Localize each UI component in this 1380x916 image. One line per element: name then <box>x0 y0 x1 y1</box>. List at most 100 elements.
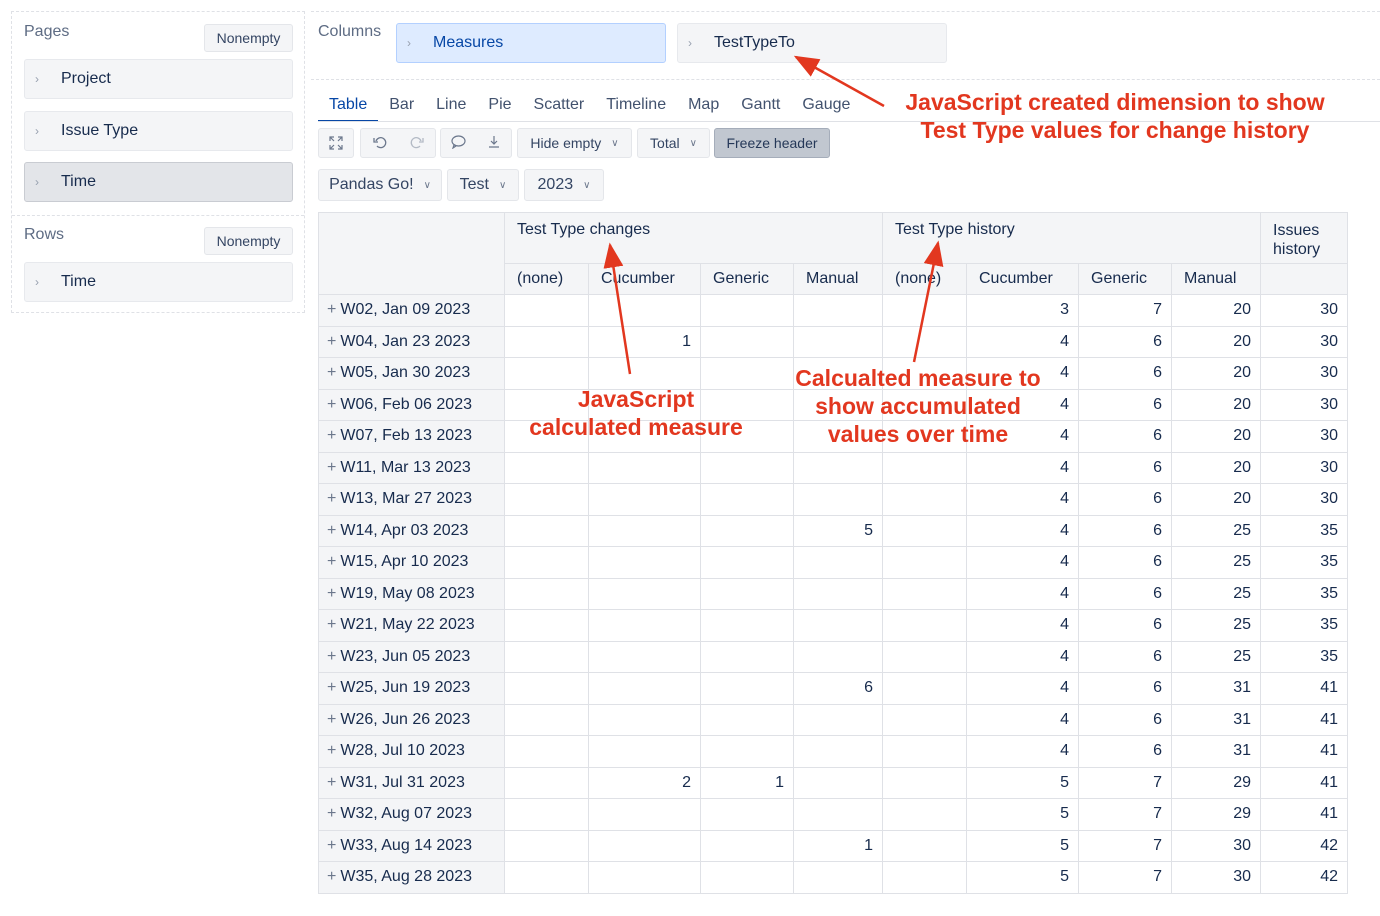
row-header[interactable]: + W33, Aug 14 2023 <box>318 829 505 862</box>
expand-icon[interactable]: + <box>327 805 336 822</box>
row-header[interactable]: + W26, Jun 26 2023 <box>318 703 505 736</box>
expand-icon[interactable]: + <box>327 774 336 791</box>
subheader-cell[interactable]: (none) <box>504 263 589 295</box>
subheader-cell[interactable]: (none) <box>882 263 967 295</box>
rows-item-time[interactable]: › Time <box>24 262 293 302</box>
expand-icon[interactable]: + <box>327 648 336 665</box>
table-cell: 4 <box>966 735 1079 768</box>
row-header[interactable]: + W32, Aug 07 2023 <box>318 798 505 831</box>
expand-icon[interactable]: + <box>327 679 336 696</box>
header-test-type-history[interactable]: Test Type history <box>882 212 1261 264</box>
row-header[interactable]: + W05, Jan 30 2023 <box>318 357 505 390</box>
subheader-cell[interactable]: Cucumber <box>588 263 701 295</box>
table-cell: 20 <box>1171 483 1261 516</box>
total-dropdown[interactable]: Total ∨ <box>637 128 710 158</box>
expand-icon[interactable]: + <box>327 333 336 350</box>
expand-icon[interactable]: + <box>327 711 336 728</box>
expand-icon[interactable]: + <box>327 364 336 381</box>
tab-gauge[interactable]: Gauge <box>791 92 861 122</box>
comment-button[interactable] <box>441 134 476 152</box>
table-cell: 20 <box>1171 388 1261 421</box>
hide-empty-dropdown[interactable]: Hide empty ∨ <box>517 128 632 158</box>
expand-icon[interactable]: + <box>327 616 336 633</box>
export-button[interactable] <box>476 135 511 152</box>
row-header[interactable]: + W14, Apr 03 2023 <box>318 514 505 547</box>
pages-item-issue-type[interactable]: › Issue Type <box>24 111 293 151</box>
table-row: + W25, Jun 19 2023 6 4 6 31 41 <box>318 672 1348 705</box>
subheader-cell[interactable]: Generic <box>1078 263 1172 295</box>
tab-bar[interactable]: Bar <box>378 92 425 122</box>
rows-nonempty-button[interactable]: Nonempty <box>204 227 293 255</box>
table-row: + W19, May 08 2023 4 6 25 35 <box>318 577 1348 610</box>
fullscreen-button[interactable] <box>318 128 354 158</box>
row-header[interactable]: + W21, May 22 2023 <box>318 609 505 642</box>
row-label: W05, Jan 30 2023 <box>340 364 471 382</box>
header-test-type-changes[interactable]: Test Type changes <box>504 212 883 264</box>
tab-table[interactable]: Table <box>318 92 379 122</box>
total-label: Total <box>650 135 680 151</box>
table-cell <box>588 451 701 484</box>
table-cell: 2 <box>588 766 701 799</box>
undo-button[interactable] <box>361 135 398 152</box>
row-label: W28, Jul 10 2023 <box>340 742 465 760</box>
table-cell: 7 <box>1078 861 1172 894</box>
subheader-cell[interactable]: Cucumber <box>966 263 1079 295</box>
header-issues-history[interactable]: Issues history <box>1260 212 1348 264</box>
annotation-dimension: JavaScript created dimension to show Tes… <box>905 89 1325 143</box>
redo-button[interactable] <box>398 135 435 152</box>
page-filter-time[interactable]: 2023 ∨ <box>524 169 604 201</box>
expand-icon[interactable]: + <box>327 868 336 885</box>
row-header[interactable]: + W31, Jul 31 2023 <box>318 766 505 799</box>
table-cell: 4 <box>966 577 1079 610</box>
row-header[interactable]: + W23, Jun 05 2023 <box>318 640 505 673</box>
subheader-cell[interactable]: Generic <box>700 263 794 295</box>
tab-pie[interactable]: Pie <box>477 92 522 122</box>
pages-item-time[interactable]: › Time <box>24 162 293 202</box>
row-header[interactable]: + W28, Jul 10 2023 <box>318 735 505 768</box>
table-cell: 35 <box>1260 514 1348 547</box>
table-row: + W21, May 22 2023 4 6 25 35 <box>318 609 1348 642</box>
row-header[interactable]: + W04, Jan 23 2023 <box>318 325 505 358</box>
annotation-accumulated-measure: Calcualted measure to show accumulated v… <box>795 365 1041 447</box>
tab-line[interactable]: Line <box>425 92 477 122</box>
expand-icon[interactable]: + <box>327 459 336 476</box>
column-item-measures[interactable]: › Measures <box>396 23 666 63</box>
row-header[interactable]: + W07, Feb 13 2023 <box>318 420 505 453</box>
subheader-cell[interactable]: Manual <box>1171 263 1261 295</box>
expand-icon[interactable]: + <box>327 742 336 759</box>
expand-icon[interactable]: + <box>327 427 336 444</box>
divider <box>311 11 1380 12</box>
row-header[interactable]: + W13, Mar 27 2023 <box>318 483 505 516</box>
row-header[interactable]: + W15, Apr 10 2023 <box>318 546 505 579</box>
pages-item-project[interactable]: › Project <box>24 59 293 99</box>
column-item-label: Measures <box>433 34 504 51</box>
subheader-cell[interactable]: Manual <box>793 263 883 295</box>
page-filter-issue-type[interactable]: Test ∨ <box>447 169 519 201</box>
page-filter-project[interactable]: Pandas Go! ∨ <box>318 169 442 201</box>
row-header[interactable]: + W11, Mar 13 2023 <box>318 451 505 484</box>
expand-icon[interactable]: + <box>327 490 336 507</box>
tab-gantt[interactable]: Gantt <box>730 92 791 122</box>
tab-timeline[interactable]: Timeline <box>595 92 677 122</box>
column-item-testtypeto[interactable]: › TestTypeTo <box>677 23 947 63</box>
table-cell: 20 <box>1171 357 1261 390</box>
freeze-header-button[interactable]: Freeze header <box>714 128 830 158</box>
expand-icon[interactable]: + <box>327 553 336 570</box>
table-cell: 7 <box>1078 829 1172 862</box>
expand-icon[interactable]: + <box>327 301 336 318</box>
row-header[interactable]: + W19, May 08 2023 <box>318 577 505 610</box>
expand-icon[interactable]: + <box>327 837 336 854</box>
row-header[interactable]: + W02, Jan 09 2023 <box>318 294 505 327</box>
undo-icon <box>372 136 386 148</box>
expand-icon[interactable]: + <box>327 585 336 602</box>
row-header[interactable]: + W25, Jun 19 2023 <box>318 672 505 705</box>
tab-map[interactable]: Map <box>677 92 730 122</box>
expand-icon[interactable]: + <box>327 522 336 539</box>
tab-scatter[interactable]: Scatter <box>523 92 596 122</box>
pages-nonempty-button[interactable]: Nonempty <box>204 24 293 52</box>
table-row: + W02, Jan 09 2023 3 7 20 30 <box>318 294 1348 327</box>
row-header[interactable]: + W35, Aug 28 2023 <box>318 861 505 894</box>
table-cell: 41 <box>1260 672 1348 705</box>
expand-icon[interactable]: + <box>327 396 336 413</box>
row-header[interactable]: + W06, Feb 06 2023 <box>318 388 505 421</box>
